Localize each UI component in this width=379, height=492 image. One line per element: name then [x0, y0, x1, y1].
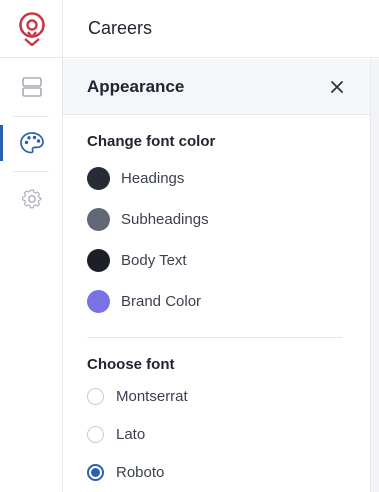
- radio-button[interactable]: [87, 387, 104, 405]
- appearance-panel: Appearance Change font color Headings Su…: [63, 59, 371, 492]
- font-label: Lato: [116, 425, 146, 443]
- color-label: Subheadings: [121, 211, 209, 228]
- color-label: Body Text: [121, 252, 187, 269]
- rail-divider: [13, 171, 49, 172]
- radio-button[interactable]: [87, 463, 104, 481]
- color-option-brand-color[interactable]: Brand Color: [87, 281, 346, 322]
- font-option-lato[interactable]: Lato: [87, 415, 346, 453]
- section-title-font: Choose font: [87, 356, 175, 373]
- font-section: Choose font Montserrat Lato Roboto: [63, 356, 370, 491]
- color-option-headings[interactable]: Headings: [87, 158, 346, 199]
- color-swatch[interactable]: [87, 249, 110, 272]
- font-option-roboto[interactable]: Roboto: [87, 453, 346, 491]
- color-swatch[interactable]: [87, 290, 110, 313]
- sidebar-item-settings[interactable]: [0, 181, 63, 217]
- panel-title: Appearance: [87, 76, 185, 96]
- layout-icon: [21, 77, 42, 97]
- logo-icon: [18, 11, 45, 46]
- page-header: Careers: [63, 0, 379, 58]
- sidebar-item-layout[interactable]: [0, 69, 63, 105]
- color-swatch[interactable]: [87, 208, 110, 231]
- page-title: Careers: [88, 18, 153, 38]
- close-button[interactable]: [328, 78, 346, 96]
- font-option-montserrat[interactable]: Montserrat: [87, 377, 346, 415]
- font-label: Montserrat: [116, 387, 188, 405]
- font-color-section: Change font color Headings Subheadings B…: [63, 133, 370, 322]
- radio-button[interactable]: [87, 425, 104, 443]
- panel-header: Appearance: [63, 59, 370, 115]
- sidebar-rail: [0, 0, 63, 492]
- color-option-subheadings[interactable]: Subheadings: [87, 199, 346, 240]
- sidebar-item-appearance[interactable]: [0, 125, 63, 161]
- color-swatch[interactable]: [87, 167, 110, 190]
- color-label: Headings: [121, 170, 185, 187]
- panel-backdrop: [371, 59, 379, 492]
- section-divider: [87, 337, 342, 338]
- palette-icon: [19, 132, 44, 154]
- close-icon: [331, 80, 343, 93]
- rail-divider: [13, 116, 49, 117]
- gear-icon: [21, 189, 42, 209]
- section-title-font-color: Change font color: [87, 133, 216, 150]
- color-label: Brand Color: [121, 293, 202, 310]
- app-window: Careers Appearance Change font color Hea…: [0, 0, 379, 492]
- font-label: Roboto: [116, 463, 165, 481]
- color-option-body-text[interactable]: Body Text: [87, 240, 346, 281]
- brand-logo[interactable]: [0, 0, 63, 58]
